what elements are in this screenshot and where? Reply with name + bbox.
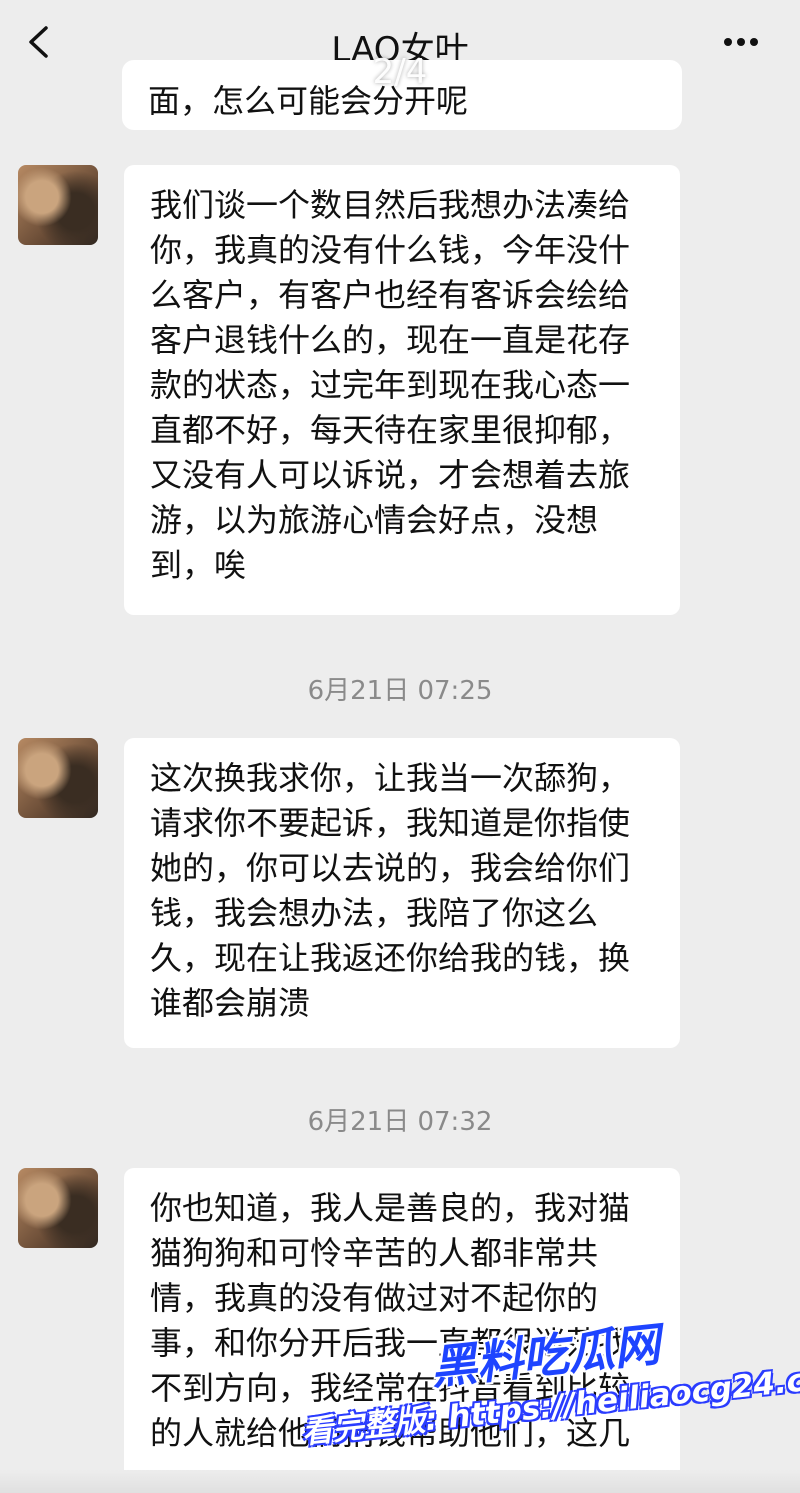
- message-bubble: 你也知道，我人是善良的，我对猫 猫狗狗和可怜辛苦的人都非常共 情，我真的没有做过…: [124, 1168, 680, 1488]
- message-line: 的人就给他们捐钱帮助他们，这几: [150, 1414, 631, 1452]
- message-line: 客户退钱什么的，现在一直是花存: [150, 321, 631, 359]
- message-line: 请求你不要起诉，我知道是你指使: [150, 804, 631, 842]
- avatar[interactable]: [18, 738, 98, 818]
- avatar[interactable]: [18, 165, 98, 245]
- message-line: 到，唉: [150, 546, 247, 584]
- message-line: 谁都会崩溃: [150, 984, 311, 1022]
- message-line: 么客户，有客户也经有客诉会绘给: [150, 276, 631, 314]
- message-line: 你也知道，我人是善良的，我对猫: [150, 1189, 631, 1227]
- message-line: 又没有人可以诉说，才会想着去旅: [150, 456, 631, 494]
- message-line: 你，我真的没有什么钱，今年没什: [150, 231, 631, 269]
- message-bubble: 这次换我求你，让我当一次舔狗， 请求你不要起诉，我知道是你指使 她的，你可以去说…: [124, 738, 680, 1048]
- message-line: 款的状态，过完年到现在我心态一: [150, 366, 631, 404]
- message-line: 猫狗狗和可怜辛苦的人都非常共: [150, 1234, 599, 1272]
- message-line: 不到方向，我经常在抖音看到比较: [150, 1369, 631, 1407]
- timestamp: 6月21日 07:25: [307, 676, 493, 706]
- message-line: 我们谈一个数目然后我想办法凑给: [150, 186, 631, 224]
- message-line: 直都不好，每天待在家里很抑郁，: [150, 411, 631, 449]
- ellipsis-icon[interactable]: [722, 36, 760, 48]
- timestamp: 6月21日 07:32: [307, 1107, 493, 1137]
- message-line: 久，现在让我返还你给我的钱，换: [150, 939, 631, 977]
- message-line: 情，我真的没有做过对不起你的: [150, 1279, 599, 1317]
- page-indicator: 2/4: [372, 52, 428, 92]
- message-line: 她的，你可以去说的，我会给你们: [150, 849, 631, 887]
- bottom-edge: [0, 1470, 800, 1493]
- message-line: 钱，我会想办法，我陪了你这么: [150, 894, 599, 932]
- message-bubble: 我们谈一个数目然后我想办法凑给 你，我真的没有什么钱，今年没什 么客户，有客户也…: [124, 165, 680, 615]
- message-line: 这次换我求你，让我当一次舔狗，: [150, 759, 631, 797]
- message-line: 游，以为旅游心情会好点，没想: [150, 501, 599, 539]
- avatar[interactable]: [18, 1168, 98, 1248]
- message-line: 事，和你分开后我一直都很迷茫找: [150, 1324, 631, 1362]
